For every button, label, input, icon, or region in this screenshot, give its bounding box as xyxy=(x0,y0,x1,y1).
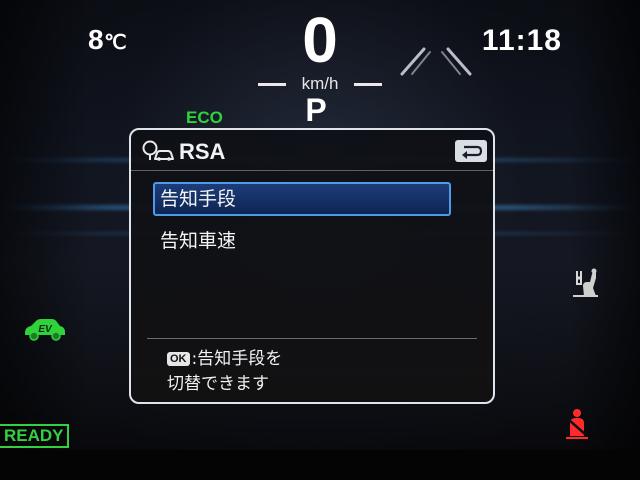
gear-indicator: P xyxy=(305,92,327,128)
ready-indicator: READY xyxy=(0,424,69,448)
speed-unit-line-left xyxy=(258,83,286,86)
speed-unit: km/h xyxy=(301,74,339,93)
panel-divider xyxy=(147,338,477,339)
menu-item-notification-speed[interactable]: 告知車速 xyxy=(153,224,451,258)
panel-title: RSA xyxy=(179,139,226,164)
menu-item-notification-method[interactable]: 告知手段 xyxy=(153,182,451,216)
seatbelt-warning-icon xyxy=(566,409,588,439)
temperature-unit: ℃ xyxy=(104,32,128,54)
ok-button-badge: OK xyxy=(167,352,190,366)
eco-indicator: ECO xyxy=(186,108,223,127)
back-button[interactable] xyxy=(455,140,487,162)
ev-label: EV xyxy=(38,324,53,335)
road-sign-car-icon xyxy=(142,140,174,161)
panel-header: RSA xyxy=(131,130,493,171)
temperature-value: 8 xyxy=(88,24,105,55)
speed-unit-line-right xyxy=(354,83,382,86)
hint-line-2: 切替できます xyxy=(167,374,269,394)
instrument-cluster-display: 8℃ 0 km/h P ECO 11:18 RSA 告知手段 告知車速 OK:… xyxy=(0,0,640,480)
seat-position-icon xyxy=(573,268,598,297)
clock: 11:18 xyxy=(481,24,562,57)
hint-text: OK:告知手段を 切替できます xyxy=(167,347,282,397)
speed-value: 0 xyxy=(302,4,338,76)
lane-departure-icon xyxy=(400,47,472,76)
outside-temperature: 8℃ xyxy=(88,24,127,56)
return-arrow-icon xyxy=(462,145,483,159)
hint-line-1-text: :告知手段を xyxy=(191,349,283,369)
bottom-bezel xyxy=(0,450,640,480)
ev-mode-icon: EV xyxy=(25,319,65,341)
rsa-settings-panel: RSA 告知手段 告知車速 OK:告知手段を 切替できます xyxy=(129,128,495,404)
hint-line-1: OK:告知手段を xyxy=(167,347,282,372)
speed-unit-row: km/h xyxy=(256,74,384,94)
left-shade xyxy=(0,0,90,480)
